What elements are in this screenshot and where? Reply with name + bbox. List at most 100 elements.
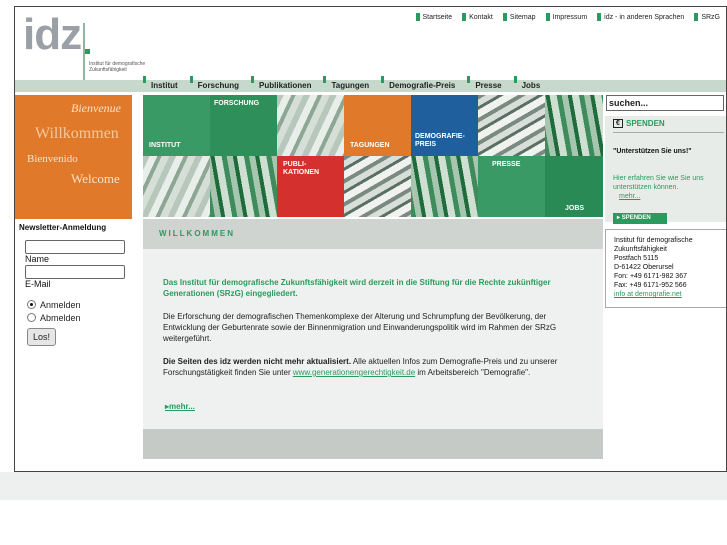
flag-icon [694,13,699,21]
nav-jobs[interactable]: Jobs [513,76,553,92]
paragraph-notice: Die Seiten des idz werden nicht mehr akt… [163,356,583,378]
welcome-word-willkommen: Willkommen [35,125,119,142]
email-link[interactable]: info at demografie.net [614,291,682,298]
address-line: Fax: +49 6171-952 566 [614,282,687,289]
tile-label: INSTITUT [149,142,181,149]
tile-jobs[interactable]: JOBS [545,156,603,217]
flag-icon [597,13,602,21]
nav-tagungen[interactable]: Tagungen [323,76,381,92]
flag-icon [381,76,385,83]
logo-bar [83,23,85,85]
newsletter-title: Newsletter-Anmeldung [19,223,107,232]
tile-label: TAGUNGEN [350,142,390,149]
address-line: Fon: +49 6171-982 367 [614,273,687,280]
submit-button[interactable]: Los! [27,328,57,346]
radio-button[interactable] [27,313,36,322]
tile-photo [344,156,411,217]
donation-quote: "Unterstützen Sie uns!" [613,148,692,155]
content-heading: WILLKOMMEN [159,229,235,238]
generationengerechtigkeit-link[interactable]: www.generationengerechtigkeit.de [293,368,415,377]
nav-forschung[interactable]: Forschung [189,76,251,92]
nav-presse[interactable]: Presse [467,76,513,92]
tile-photo [277,95,344,156]
main-nav: Institut Forschung Publikationen Tagunge… [143,76,553,92]
divider [613,132,724,133]
top-link-sitemap[interactable]: Sitemap [502,13,536,21]
top-link-impressum[interactable]: Impressum [545,13,587,21]
donate-button[interactable]: ▸ SPENDEN [613,213,667,224]
section-tile-grid: INSTITUT FORSCHUNG TAGUNGEN DEMOGRAFIE-P… [143,95,603,219]
logo-dot [85,49,90,54]
name-label: Name [25,254,50,264]
welcome-word-welcome: Welcome [71,171,120,186]
tile-demografie-preis[interactable]: DEMOGRAFIE-PREIS [411,95,478,156]
flag-icon [189,76,193,83]
logo-text: idz [23,10,82,59]
notice-bold: Die Seiten des idz werden nicht mehr akt… [163,357,352,366]
paragraph-research: Die Erforschung der demografischen Theme… [163,312,557,343]
top-links: Startseite Kontakt Sitemap Impressum idz… [415,13,720,21]
address-line: Postfach 5115 [614,255,659,262]
tile-photo [210,156,277,217]
flag-icon [323,76,327,83]
donation-more-link[interactable]: mehr... [619,193,640,200]
nav-institut[interactable]: Institut [143,76,190,92]
nav-publikationen[interactable]: Publikationen [251,76,323,92]
flag-icon [251,76,255,83]
logo-subtitle: Institut für demografische Zukunftsfähig… [89,61,146,73]
flag-icon [462,13,467,21]
top-link-startseite[interactable]: Startseite [415,13,452,21]
radio-unsubscribe[interactable]: Abmelden [27,311,134,324]
address-box: Institut für demografische Zukunftsfähig… [605,229,726,308]
tile-label: FORSCHUNG [214,100,260,107]
main-content: WILLKOMMEN Das Institut für demografisch… [143,219,603,459]
tile-photo [411,156,478,217]
email-label: E-Mail [25,279,51,289]
flag-icon [143,76,146,83]
flag-icon [513,76,517,83]
page-bottom-band [0,472,727,500]
top-link-srzg[interactable]: SRzG [694,13,720,21]
welcome-banner: Bienvenue Willkommen Bienvenido Welcome [15,95,132,219]
browser-frame: idz Institut für demografische Zukunftsf… [14,6,727,472]
tile-forschung[interactable]: FORSCHUNG [210,95,277,156]
tile-photo [478,95,545,156]
right-sidebar: suchen... € SPENDEN "Unterstützen Sie un… [605,95,726,224]
donation-box: € SPENDEN "Unterstützen Sie uns!" Hier e… [605,116,726,224]
flag-icon [467,76,471,83]
address-line: D-61422 Oberursel [614,264,674,271]
tile-presse[interactable]: PRESSE [478,156,545,217]
search-input[interactable]: suchen... [606,95,724,111]
newsletter-form: Newsletter-Anmeldung Name E-Mail Anmelde… [19,223,134,346]
nav-demografie-preis[interactable]: Demografie-Preis [381,76,467,92]
tile-photo [545,95,603,156]
top-link-languages[interactable]: idz - in anderen Sprachen [597,13,684,21]
tile-publikationen[interactable]: PUBLI-KATIONEN [277,156,344,217]
welcome-word-bienvenue: Bienvenue [71,101,121,115]
email-field[interactable] [25,265,125,279]
flag-icon [502,13,507,21]
tile-institut[interactable]: INSTITUT [143,95,210,156]
flag-icon [545,13,550,21]
tile-label: JOBS [565,205,585,212]
radio-subscribe[interactable]: Anmelden [27,298,134,311]
euro-icon: € [613,119,623,128]
donation-heading: € SPENDEN [613,119,665,128]
tile-label: PRESSE [492,161,521,168]
welcome-word-bienvenido: Bienvenido [27,153,78,165]
address-line: Institut für demografische Zukunftsfähig… [614,237,693,253]
more-link[interactable]: ▸mehr... [165,402,195,411]
tile-label: PUBLI-KATIONEN [283,161,320,176]
tile-photo [143,156,210,217]
tile-tagungen[interactable]: TAGUNGEN [344,95,411,156]
donation-text: Hier erfahren Sie wie Sie uns unterstütz… [613,175,704,200]
name-field[interactable] [25,240,125,254]
notice-end: im Arbeitsbereich "Demografie". [415,368,531,377]
intro-text: Das Institut für demografische Zukunftsf… [163,278,551,298]
content-header: WILLKOMMEN [143,219,603,249]
flag-icon [415,13,420,21]
top-link-kontakt[interactable]: Kontakt [462,13,493,21]
content-footer [143,429,603,459]
radio-button-checked[interactable] [27,300,36,309]
idz-logo[interactable]: idz Institut für demografische Zukunftsf… [23,10,145,85]
